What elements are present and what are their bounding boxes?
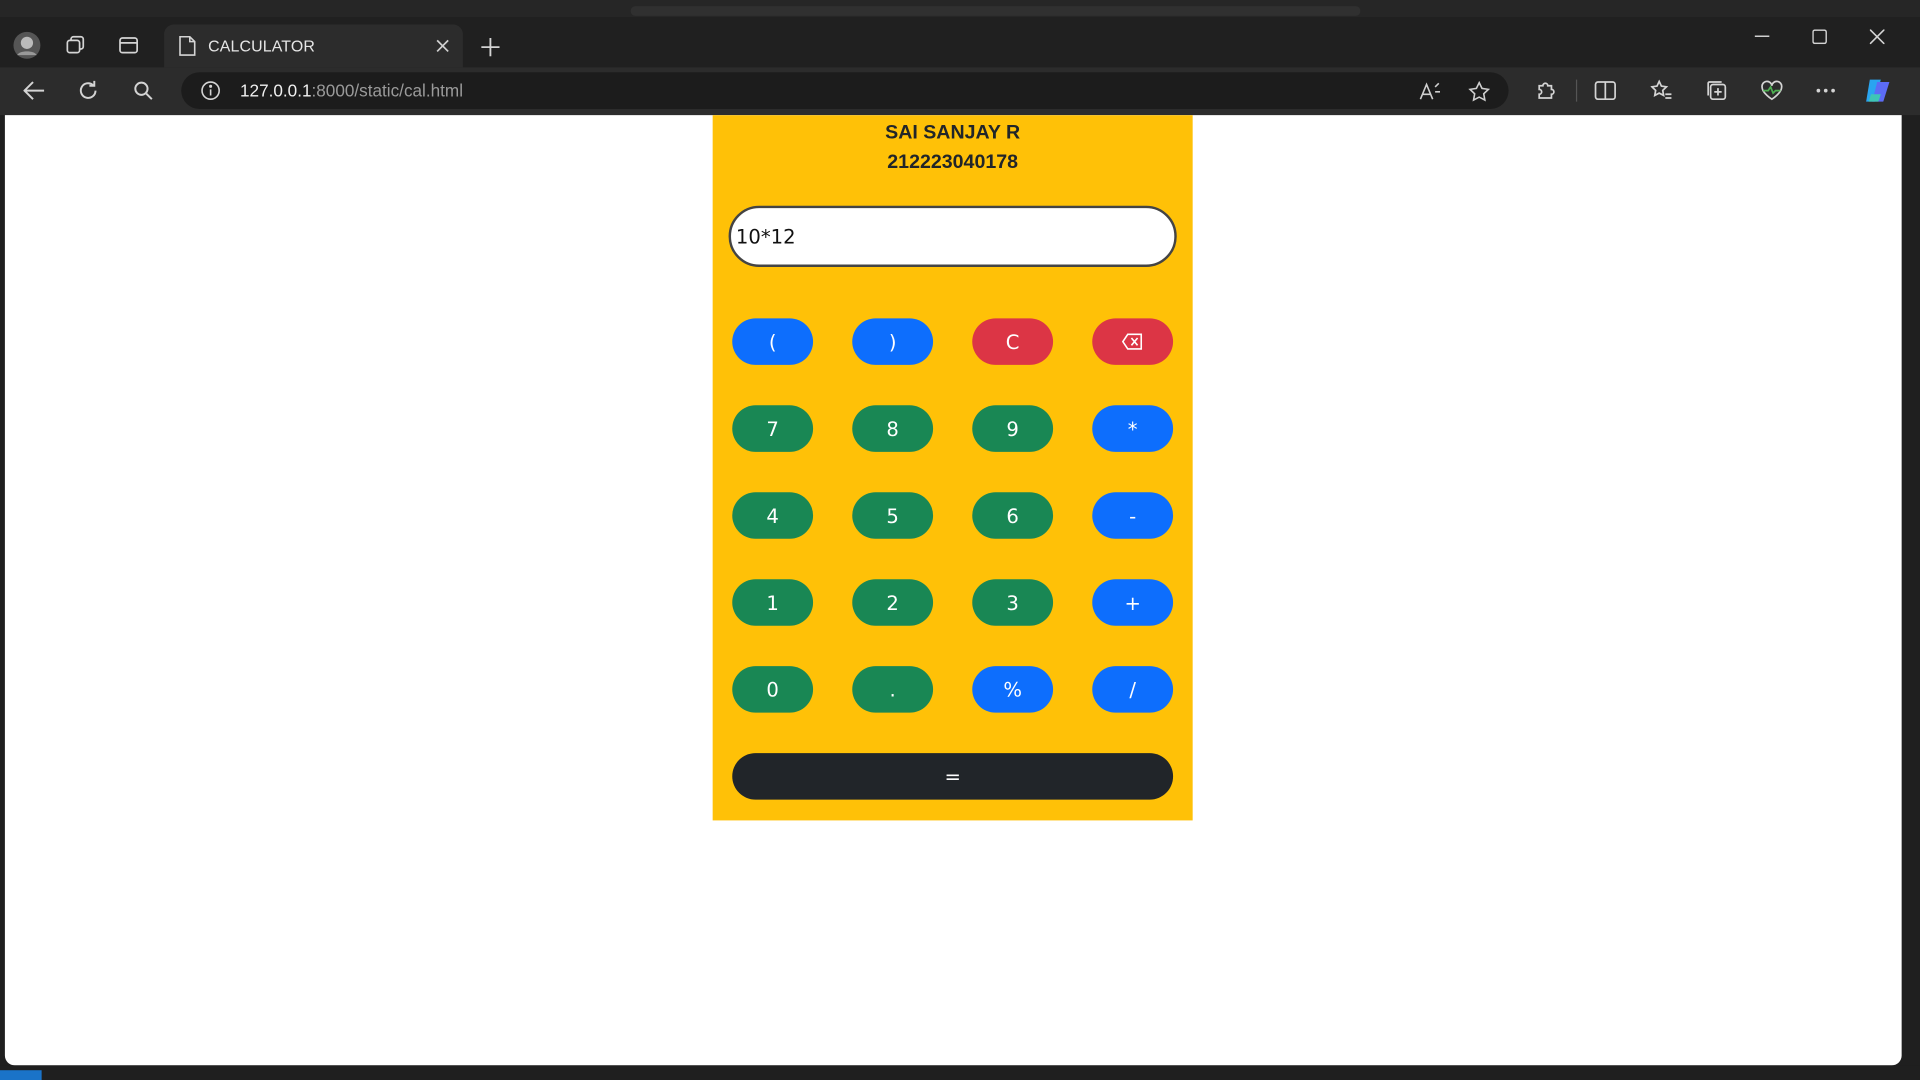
copilot-icon[interactable] [1860,73,1897,107]
search-icon[interactable] [125,73,162,107]
equals-button[interactable]: = [732,753,1174,800]
backspace-button[interactable] [1092,318,1174,365]
extensions-icon[interactable] [1527,73,1564,107]
subtract-button[interactable]: - [1092,492,1174,539]
digit-8-button[interactable]: 8 [852,405,934,452]
page-content: SAI SANJAY R 212223040178 10*12 ( ) C 7 … [4,115,1902,1066]
page-icon [179,35,196,56]
backspace-icon [1121,333,1143,350]
url-host: 127.0.0.1 [240,80,312,101]
taskbar-edge [0,1065,1920,1080]
digit-1-button[interactable]: 1 [732,579,814,626]
more-options-icon[interactable] [1807,73,1844,107]
calculator-display-input[interactable]: 10*12 [728,205,1177,267]
open-paren-button[interactable]: ( [732,318,814,365]
digit-9-button[interactable]: 9 [972,405,1054,452]
clear-button[interactable]: C [972,318,1054,365]
divide-button[interactable]: / [1092,666,1174,713]
roll-number: 212223040178 [887,151,1019,173]
url-text[interactable]: 127.0.0.1:8000/static/cal.html [240,81,463,101]
close-tab-icon[interactable] [431,34,453,56]
read-aloud-icon[interactable] [1418,80,1442,104]
decimal-button[interactable]: . [852,666,934,713]
close-paren-button[interactable]: ) [852,318,934,365]
site-info-icon[interactable] [201,81,221,101]
close-window-icon[interactable] [1853,21,1902,53]
multiply-button[interactable]: * [1092,405,1174,452]
favorites-icon[interactable] [1643,73,1680,107]
os-top-strip [0,0,1920,18]
new-tab-button[interactable] [475,32,504,61]
browser-essentials-icon[interactable] [1753,73,1790,107]
browser-tab[interactable]: CALCULATOR [164,24,463,68]
workspaces-icon[interactable] [60,29,92,61]
digit-7-button[interactable]: 7 [732,405,814,452]
refresh-icon[interactable] [70,73,107,107]
minimize-icon[interactable] [1738,21,1787,53]
student-name: SAI SANJAY R [885,122,1021,144]
maximize-icon[interactable] [1795,21,1844,53]
profile-avatar-icon[interactable] [11,29,43,61]
digit-2-button[interactable]: 2 [852,579,934,626]
tab-title: CALCULATOR [208,36,315,56]
digit-5-button[interactable]: 5 [852,492,934,539]
percent-button[interactable]: % [972,666,1054,713]
add-button[interactable]: + [1092,579,1174,626]
collections-icon[interactable] [1698,73,1735,107]
back-icon[interactable] [16,73,53,107]
digit-0-button[interactable]: 0 [732,666,814,713]
address-bar[interactable]: 127.0.0.1:8000/static/cal.html [181,72,1509,109]
digit-3-button[interactable]: 3 [972,579,1054,626]
digit-6-button[interactable]: 6 [972,492,1054,539]
calculator-container: SAI SANJAY R 212223040178 10*12 ( ) C 7 … [712,115,1193,821]
favorite-star-icon[interactable] [1467,80,1491,104]
split-screen-icon[interactable] [1587,73,1624,107]
url-path: :8000/static/cal.html [311,80,464,101]
toolbar-separator [1575,79,1578,102]
digit-4-button[interactable]: 4 [732,492,814,539]
vertical-tabs-icon[interactable] [113,29,145,61]
